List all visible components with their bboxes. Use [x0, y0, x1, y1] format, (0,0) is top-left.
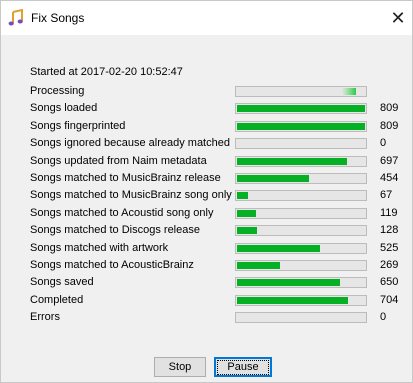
progress-row: Songs matched to Discogs release 128	[30, 222, 400, 239]
row-count: 0	[380, 137, 387, 150]
progress-fill	[237, 262, 280, 269]
row-count: 119	[380, 206, 398, 219]
row-count: 454	[380, 172, 399, 184]
row-label: Songs updated from Naim metadata	[30, 154, 207, 167]
progress-row: Errors 0	[30, 309, 400, 326]
progress-bar	[235, 207, 367, 219]
progress-bar	[235, 190, 367, 202]
row-label: Songs fingerprinted	[30, 119, 126, 132]
progress-row: Songs matched with artwork 525	[30, 240, 400, 257]
progress-fill	[237, 209, 256, 217]
progress-bar	[235, 120, 367, 132]
row-label: Songs matched to MusicBrainz release	[30, 172, 221, 184]
progress-fill	[237, 244, 320, 252]
row-label: Songs matched to AcousticBrainz	[30, 259, 194, 271]
progress-bar	[235, 242, 367, 254]
row-label: Songs matched with artwork	[30, 241, 169, 254]
progress-fill	[237, 227, 257, 235]
progress-bar	[235, 225, 367, 237]
progress-bar	[235, 138, 367, 150]
row-count: 704	[380, 293, 399, 306]
progress-row: Songs matched to Acoustid song only 119	[30, 205, 400, 222]
title-bar: Fix Songs ✕	[1, 1, 412, 35]
started-timestamp: Started at 2017-02-20 10:52:47	[30, 66, 183, 78]
row-count: 809	[380, 119, 399, 132]
row-label: Songs matched to Discogs release	[30, 224, 200, 237]
progress-fill	[237, 192, 248, 200]
row-count: 269	[380, 259, 399, 271]
row-label: Songs ignored because already matched	[30, 137, 230, 150]
progress-bar	[235, 312, 367, 324]
stop-button[interactable]: Stop	[154, 357, 206, 377]
progress-fill	[237, 175, 309, 182]
progress-fill	[237, 296, 348, 304]
row-label: Completed	[30, 293, 84, 306]
stop-button-label: Stop	[168, 361, 192, 373]
row-label: Songs saved	[30, 276, 94, 289]
progress-row: Songs ignored because already matched 0	[30, 135, 400, 152]
row-count: 697	[380, 154, 399, 167]
row-count: 525	[380, 241, 399, 254]
progress-fill	[237, 279, 340, 287]
progress-fill	[342, 88, 356, 95]
progress-row: Songs saved 650	[30, 274, 400, 291]
progress-fill	[237, 122, 365, 130]
row-count: 67	[380, 189, 393, 202]
row-count: 650	[380, 276, 399, 289]
progress-bar	[235, 277, 367, 289]
progress-row: Songs updated from Naim metadata 697	[30, 153, 400, 170]
row-count: 0	[380, 311, 387, 324]
progress-bar	[235, 294, 367, 306]
progress-row: Songs matched to MusicBrainz song only 67	[30, 187, 400, 204]
window-title: Fix Songs	[31, 11, 85, 25]
row-count: 809	[380, 102, 399, 115]
row-count: 128	[380, 224, 399, 237]
pause-button-label: Pause	[217, 359, 269, 375]
progress-fill	[237, 157, 347, 165]
row-label: Errors	[30, 311, 60, 324]
progress-row: Completed 704	[30, 292, 400, 309]
music-note-icon	[8, 9, 23, 26]
close-button[interactable]: ✕	[384, 1, 412, 35]
progress-bar	[235, 86, 367, 97]
progress-row: Processing	[30, 83, 400, 100]
progress-row: Songs matched to AcousticBrainz 269	[30, 257, 400, 274]
row-label: Songs matched to MusicBrainz song only	[30, 189, 232, 202]
progress-bar	[235, 260, 367, 271]
progress-bar	[235, 173, 367, 184]
progress-fill	[237, 105, 365, 113]
fix-songs-dialog: Fix Songs ✕ Started at 2017-02-20 10:52:…	[0, 0, 413, 383]
row-label: Songs loaded	[30, 102, 98, 115]
progress-bar	[235, 103, 367, 115]
row-label: Songs matched to Acoustid song only	[30, 206, 214, 219]
row-label: Processing	[30, 85, 85, 97]
pause-button[interactable]: Pause	[214, 357, 272, 377]
progress-bar	[235, 155, 367, 167]
progress-row: Songs fingerprinted 809	[30, 118, 400, 135]
progress-row: Songs loaded 809	[30, 100, 400, 117]
progress-row: Songs matched to MusicBrainz release 454	[30, 170, 400, 187]
